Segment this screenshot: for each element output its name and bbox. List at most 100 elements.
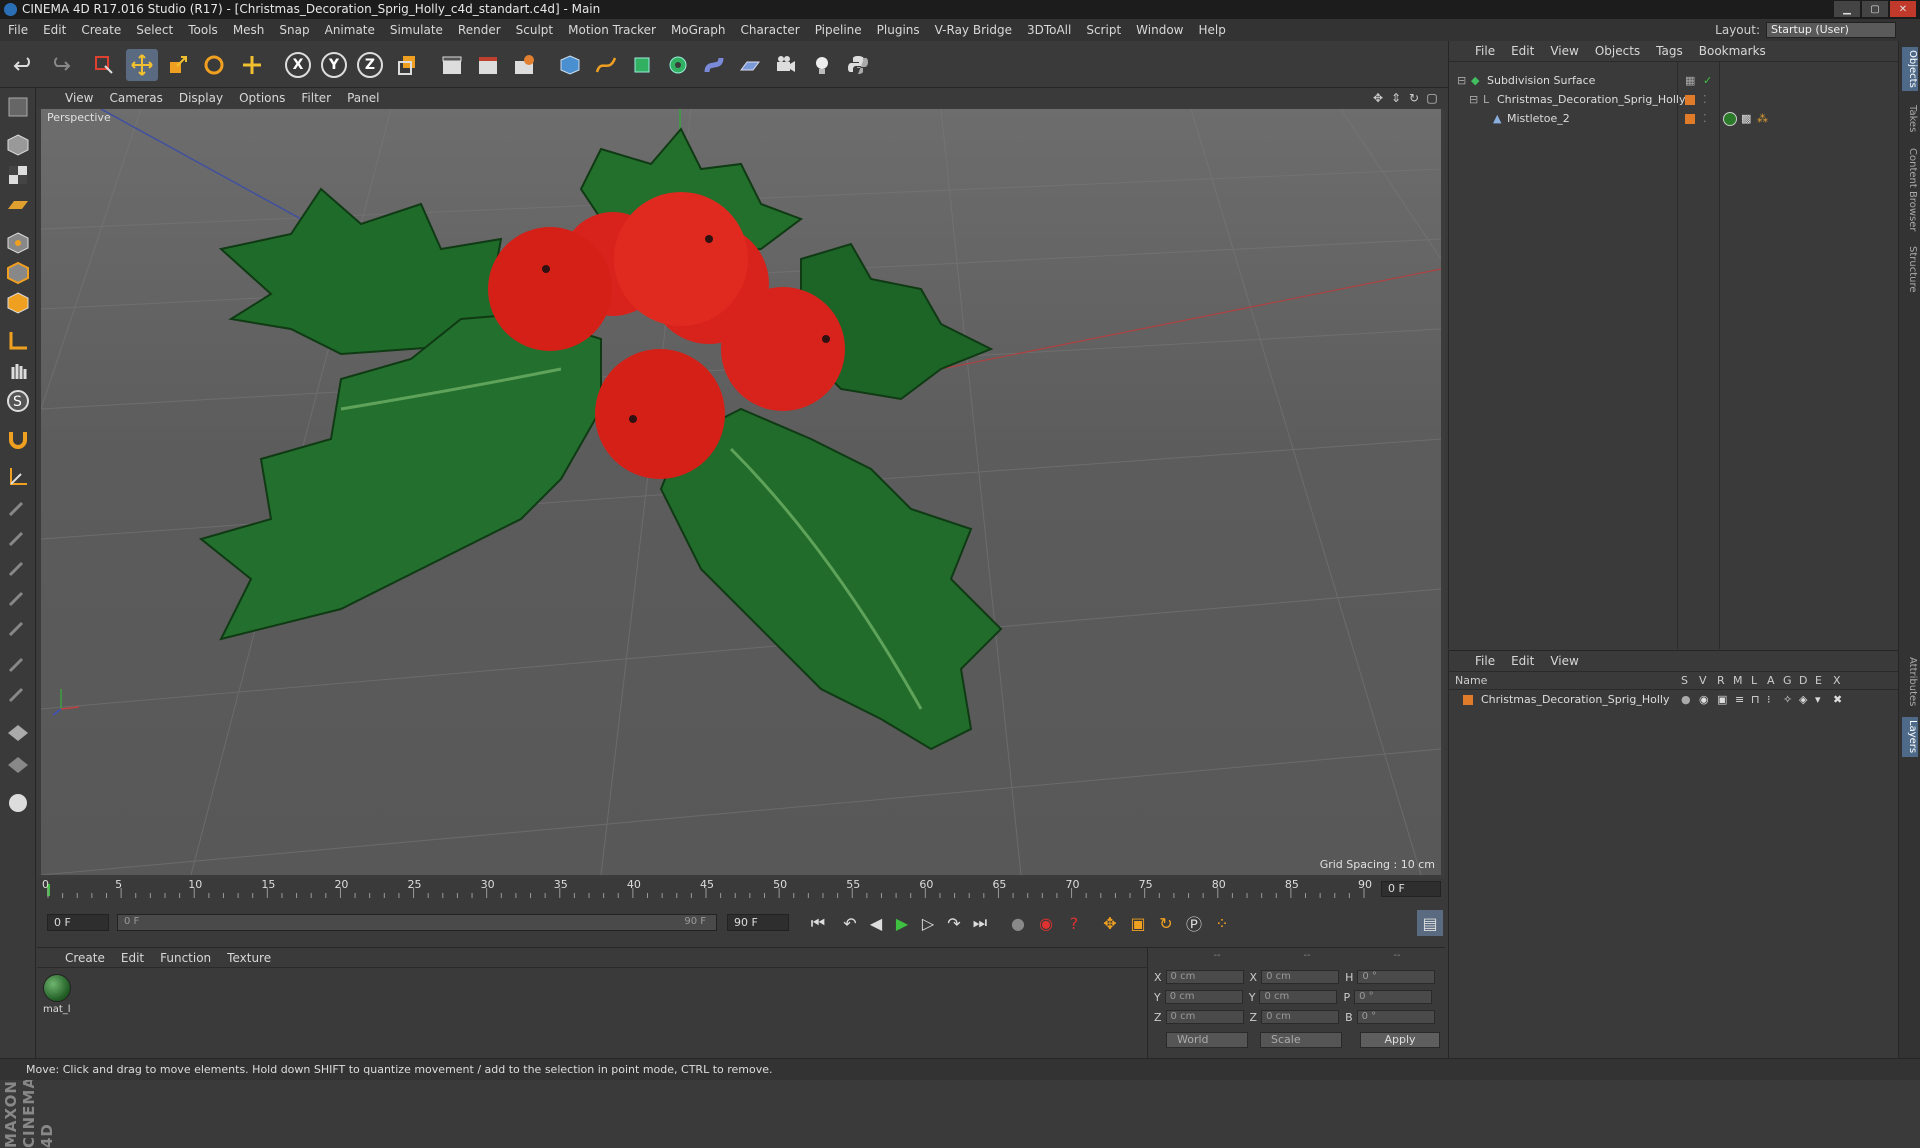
3d-scene-canvas[interactable]: Perspective Grid Spacing : 10 cm xyxy=(41,109,1441,875)
add-cube-button[interactable] xyxy=(554,49,586,81)
polygons-mode-button[interactable] xyxy=(3,288,33,318)
menu-mesh[interactable]: Mesh xyxy=(233,23,265,37)
previous-frame-button[interactable]: ◀ xyxy=(863,910,889,936)
brush-tool-3[interactable] xyxy=(3,552,33,582)
render-view-button[interactable] xyxy=(436,49,468,81)
tab-structure[interactable]: Structure xyxy=(1902,241,1918,297)
menu-snap[interactable]: Snap xyxy=(279,23,309,37)
python-script-button[interactable] xyxy=(842,49,874,81)
animation-toggle-icon[interactable]: ⁝ xyxy=(1767,691,1771,709)
material-menu-create[interactable]: Create xyxy=(65,951,105,965)
coordinate-system-button[interactable] xyxy=(392,49,424,81)
add-camera-button[interactable] xyxy=(770,49,802,81)
uv-grid-button[interactable] xyxy=(3,716,33,746)
enabled-check-icon[interactable]: ✓ xyxy=(1703,72,1712,90)
layer-color-swatch[interactable] xyxy=(1463,695,1473,705)
brush-tool-7[interactable] xyxy=(3,678,33,708)
add-floor-button[interactable] xyxy=(734,49,766,81)
size-z-field[interactable]: 0 cm xyxy=(1261,1010,1340,1024)
autokey-button[interactable]: ◉ xyxy=(1033,910,1059,936)
visibility-dots-icon[interactable]: ⁚ xyxy=(1703,91,1707,109)
tab-objects[interactable]: Objects xyxy=(1902,47,1918,91)
tab-takes[interactable]: Takes xyxy=(1902,101,1918,137)
render-settings-button[interactable] xyxy=(508,49,540,81)
lock-toggle-icon[interactable]: ⊓ xyxy=(1751,691,1760,709)
menu-animate[interactable]: Animate xyxy=(325,23,375,37)
python-console-button[interactable] xyxy=(3,788,33,818)
render-picture-viewer-button[interactable] xyxy=(472,49,504,81)
size-y-field[interactable]: 0 cm xyxy=(1259,990,1338,1004)
maximize-button[interactable]: ▢ xyxy=(1862,1,1888,17)
brush-tool-5[interactable] xyxy=(3,612,33,642)
scale-key-button[interactable]: ▣ xyxy=(1125,910,1151,936)
menu-file[interactable]: File xyxy=(8,23,28,37)
om-menu-file[interactable]: File xyxy=(1475,44,1495,58)
brush-tool-4[interactable] xyxy=(3,582,33,612)
texture-tag-icon[interactable]: ⁂ xyxy=(1757,110,1768,128)
menu-motion-tracker[interactable]: Motion Tracker xyxy=(568,23,656,37)
viewport-menu-display[interactable]: Display xyxy=(179,91,223,105)
next-frame-button[interactable]: ▷ xyxy=(915,910,941,936)
generator-toggle-icon[interactable]: ✧ xyxy=(1783,691,1792,709)
xref-toggle-icon[interactable]: ✖ xyxy=(1833,691,1842,709)
axis-mode-button[interactable] xyxy=(3,326,33,356)
minimize-button[interactable]: ▁ xyxy=(1834,1,1860,17)
magnet-tool-button[interactable] xyxy=(3,424,33,454)
viewport-menu-panel[interactable]: Panel xyxy=(347,91,379,105)
menu-select[interactable]: Select xyxy=(136,23,173,37)
y-axis-toggle[interactable]: Y xyxy=(318,49,350,81)
brush-tool-2[interactable] xyxy=(3,522,33,552)
brush-tool-6[interactable] xyxy=(3,648,33,678)
rot-h-field[interactable]: 0 ° xyxy=(1357,970,1436,984)
menu-script[interactable]: Script xyxy=(1086,23,1121,37)
apply-button[interactable]: Apply xyxy=(1360,1032,1440,1048)
edges-mode-button[interactable] xyxy=(3,258,33,288)
menu-window[interactable]: Window xyxy=(1136,23,1183,37)
material-menu-texture[interactable]: Texture xyxy=(227,951,271,965)
x-axis-toggle[interactable]: X xyxy=(282,49,314,81)
dolly-icon[interactable]: ⇕ xyxy=(1389,91,1403,105)
menu-tools[interactable]: Tools xyxy=(188,23,218,37)
tweak-mode-button[interactable] xyxy=(3,356,33,386)
checker-tag-icon[interactable]: ▩ xyxy=(1741,110,1751,128)
texture-mode-button[interactable] xyxy=(3,160,33,190)
workplane-mode-button[interactable] xyxy=(3,190,33,220)
expression-toggle-icon[interactable]: ▾ xyxy=(1815,691,1821,709)
model-mode-button[interactable] xyxy=(3,130,33,160)
viewport-menu-options[interactable]: Options xyxy=(239,91,285,105)
visibility-dots-icon[interactable]: ⁚ xyxy=(1703,110,1707,128)
rot-b-field[interactable]: 0 ° xyxy=(1356,1010,1435,1024)
next-key-button[interactable]: ↷ xyxy=(941,910,967,936)
point-level-key-button[interactable]: ⁘ xyxy=(1209,910,1235,936)
rotate-tool-button[interactable] xyxy=(198,49,230,81)
close-button[interactable]: ✕ xyxy=(1890,1,1916,17)
pos-x-field[interactable]: 0 cm xyxy=(1165,970,1244,984)
view-toggle-icon[interactable]: ◉ xyxy=(1699,691,1709,709)
pos-y-field[interactable]: 0 cm xyxy=(1164,990,1243,1004)
om-menu-bookmarks[interactable]: Bookmarks xyxy=(1699,44,1766,58)
tab-layers[interactable]: Layers xyxy=(1902,717,1918,757)
add-deformer-button[interactable] xyxy=(698,49,730,81)
tab-attributes[interactable]: Attributes xyxy=(1902,653,1918,711)
menu-render[interactable]: Render xyxy=(458,23,501,37)
size-x-field[interactable]: 0 cm xyxy=(1261,970,1340,984)
viewport-menu-view[interactable]: View xyxy=(65,91,93,105)
om-menu-edit[interactable]: Edit xyxy=(1511,44,1534,58)
layout-dropdown[interactable]: Startup (User) xyxy=(1766,22,1896,38)
redo-button[interactable] xyxy=(44,49,76,81)
timeline-window-button[interactable]: ▤ xyxy=(1417,910,1443,936)
previous-key-button[interactable]: ↶ xyxy=(837,910,863,936)
menu-3dtoall[interactable]: 3DToAll xyxy=(1027,23,1071,37)
lm-menu-file[interactable]: File xyxy=(1475,654,1495,668)
menu-sculpt[interactable]: Sculpt xyxy=(516,23,553,37)
rotation-key-button[interactable]: ↻ xyxy=(1153,910,1179,936)
record-keys-button[interactable]: ● xyxy=(1005,910,1031,936)
brush-tool-1[interactable] xyxy=(3,492,33,522)
end-frame-field[interactable]: 90 F xyxy=(727,914,789,931)
render-toggle-icon[interactable]: ▣ xyxy=(1717,691,1727,709)
pan-icon[interactable]: ✥ xyxy=(1371,91,1385,105)
menu-pipeline[interactable]: Pipeline xyxy=(815,23,862,37)
menu-help[interactable]: Help xyxy=(1198,23,1225,37)
current-frame-field[interactable]: 0 F xyxy=(1381,881,1441,897)
position-key-button[interactable]: ✥ xyxy=(1097,910,1123,936)
